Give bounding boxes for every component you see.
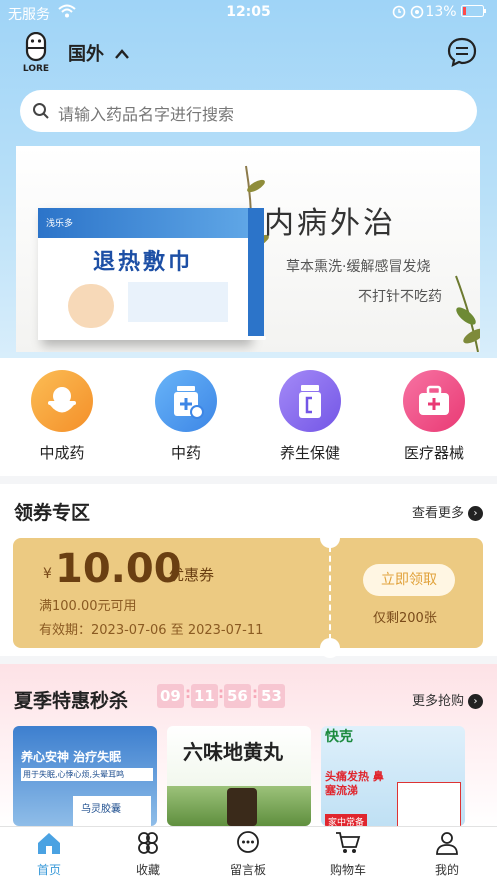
coupon-divider — [329, 546, 331, 640]
product-tagline: 养心安神 治疗失眠 — [21, 750, 122, 764]
product-box: 浅乐多 退热敷巾 — [38, 208, 264, 340]
promo-banner[interactable]: 浅乐多 退热敷巾 内病外治 草本熏洗·缓解感冒发烧 不打针不吃药 — [16, 146, 480, 352]
banner-indicator[interactable] — [246, 336, 266, 340]
tab-label: 收藏 — [135, 863, 160, 877]
product-box-details — [128, 282, 228, 322]
message-icon[interactable] — [446, 36, 478, 68]
flash-sale-more-link[interactable]: 更多抢购 › — [412, 690, 483, 709]
app-logo[interactable]: LORE — [18, 31, 54, 74]
medical-kit-icon — [403, 370, 465, 432]
battery-indicator: 13% — [425, 4, 487, 20]
alarm-icon — [392, 5, 406, 23]
tab-message-board[interactable]: 留言板 — [208, 831, 288, 878]
home-icon — [38, 833, 60, 854]
countdown-hours: 09 — [157, 684, 184, 708]
tab-favorites[interactable]: 收藏 — [108, 831, 188, 878]
category-item-3[interactable]: 养生保健 — [270, 370, 350, 463]
category-label: 中成药 — [39, 444, 85, 462]
search-input[interactable]: 请输入药品名字进行搜索 — [58, 101, 234, 125]
coupon-section-title: 领券专区 — [14, 502, 91, 524]
product-name: 乌灵胶囊 — [81, 804, 121, 815]
product-name: 退热敷巾 — [92, 250, 193, 275]
product-desc: 头痛发热 鼻塞流涕 — [325, 770, 384, 797]
product-desc: 用于失眠,心悸心烦,头晕耳鸣 — [21, 768, 153, 781]
flash-sale-title: 夏季特惠秒杀 — [14, 690, 129, 712]
countdown-millis: 53 — [258, 684, 285, 708]
product-card-3[interactable]: 快克 头痛发热 鼻塞流涕 家中常备 — [321, 726, 465, 826]
coupon-condition: 满100.00元可用 — [39, 599, 137, 614]
banner-headline: 内病外治 — [264, 206, 396, 241]
category-row: 中成药 中药 养生保健 医疗器械 — [0, 358, 497, 476]
logo-text: LORE — [22, 64, 50, 74]
location-selector[interactable]: 国外 — [68, 40, 130, 66]
coupon-validity: 有效期：2023-07-06 至 2023-07-11 — [39, 623, 264, 638]
product-badge: 家中常备 — [325, 814, 368, 826]
coupon-section: 领券专区 查看更多 › ¥ 10.00 优惠券 满100.00元可用 有效期：20… — [0, 484, 497, 658]
category-label: 医疗器械 — [403, 444, 464, 462]
banner-line1: 草本熏洗·缓解感冒发烧 — [286, 259, 431, 275]
battery-icon — [461, 5, 486, 17]
category-label: 养生保健 — [279, 444, 340, 462]
bowl-icon — [31, 370, 93, 432]
bottom-tab-bar: 首页 收藏 留言板 购物车 我的 — [0, 826, 497, 884]
location-label: 国外 — [68, 44, 104, 65]
product-bottle — [227, 788, 257, 826]
tab-label: 我的 — [434, 863, 459, 877]
tab-cart[interactable]: 购物车 — [308, 831, 388, 878]
category-item-2[interactable]: 中药 — [146, 370, 226, 463]
user-icon — [436, 832, 458, 855]
banner-line2: 不打针不吃药 — [358, 289, 442, 305]
status-bar: 无服务 12:05 13% — [0, 0, 497, 26]
tab-label: 留言板 — [229, 863, 266, 877]
coupon-more-link[interactable]: 查看更多 › — [412, 502, 483, 521]
coupon-currency: ¥ — [43, 566, 52, 582]
category-item-4[interactable]: 医疗器械 — [394, 370, 474, 463]
product-brand: 快克 — [325, 729, 353, 745]
coupon-notch-top — [320, 528, 340, 548]
chevron-right-icon: › — [468, 506, 483, 521]
search-icon — [32, 102, 50, 124]
category-item-1[interactable]: 中成药 — [22, 370, 102, 463]
coupon-type: 优惠券 — [169, 566, 215, 584]
baby-illustration — [68, 284, 114, 328]
category-label: 中药 — [170, 444, 201, 462]
countdown-seconds: 56 — [224, 684, 251, 708]
coupon-card: ¥ 10.00 优惠券 满100.00元可用 有效期：2023-07-06 至 … — [13, 528, 483, 658]
more-label: 更多抢购 — [411, 694, 464, 709]
product-title: 六味地黄丸 — [183, 740, 283, 764]
flash-sale-section: 夏季特惠秒杀 09 : 11 : 56 : 53 更多抢购 › 养心安神 治疗失眠… — [0, 664, 497, 826]
battery-percent: 13% — [425, 4, 457, 20]
coupon-notch-bottom — [320, 638, 340, 658]
comment-icon — [237, 831, 259, 853]
chevron-up-icon — [110, 44, 130, 65]
countdown-minutes: 11 — [191, 684, 218, 708]
coupon-amount: 10.00 — [55, 546, 182, 592]
clover-icon — [138, 832, 158, 854]
claim-coupon-button[interactable]: 立即领取 — [363, 564, 455, 596]
shopping-cart-icon — [336, 832, 361, 853]
product-card-1[interactable]: 养心安神 治疗失眠 用于失眠,心悸心烦,头晕耳鸣 乌灵胶囊 — [13, 726, 157, 826]
tab-home[interactable]: 首页 — [9, 831, 89, 878]
product-card-2[interactable]: 六味地黄丸 — [167, 726, 311, 826]
chevron-right-icon: › — [468, 694, 483, 709]
product-brand: 浅乐多 — [46, 219, 74, 229]
supplement-jar-icon — [279, 370, 341, 432]
tab-label: 购物车 — [329, 863, 366, 877]
dnd-icon — [410, 5, 424, 23]
more-label: 查看更多 — [411, 506, 464, 521]
product-box-side — [248, 208, 264, 340]
tab-label: 首页 — [36, 863, 61, 877]
tab-profile[interactable]: 我的 — [407, 831, 487, 878]
search-bar[interactable]: 请输入药品名字进行搜索 — [20, 90, 477, 132]
product-box — [397, 782, 461, 826]
medicine-bottle-icon — [155, 370, 217, 432]
coupon-remaining: 仅剩200张 — [373, 611, 437, 626]
